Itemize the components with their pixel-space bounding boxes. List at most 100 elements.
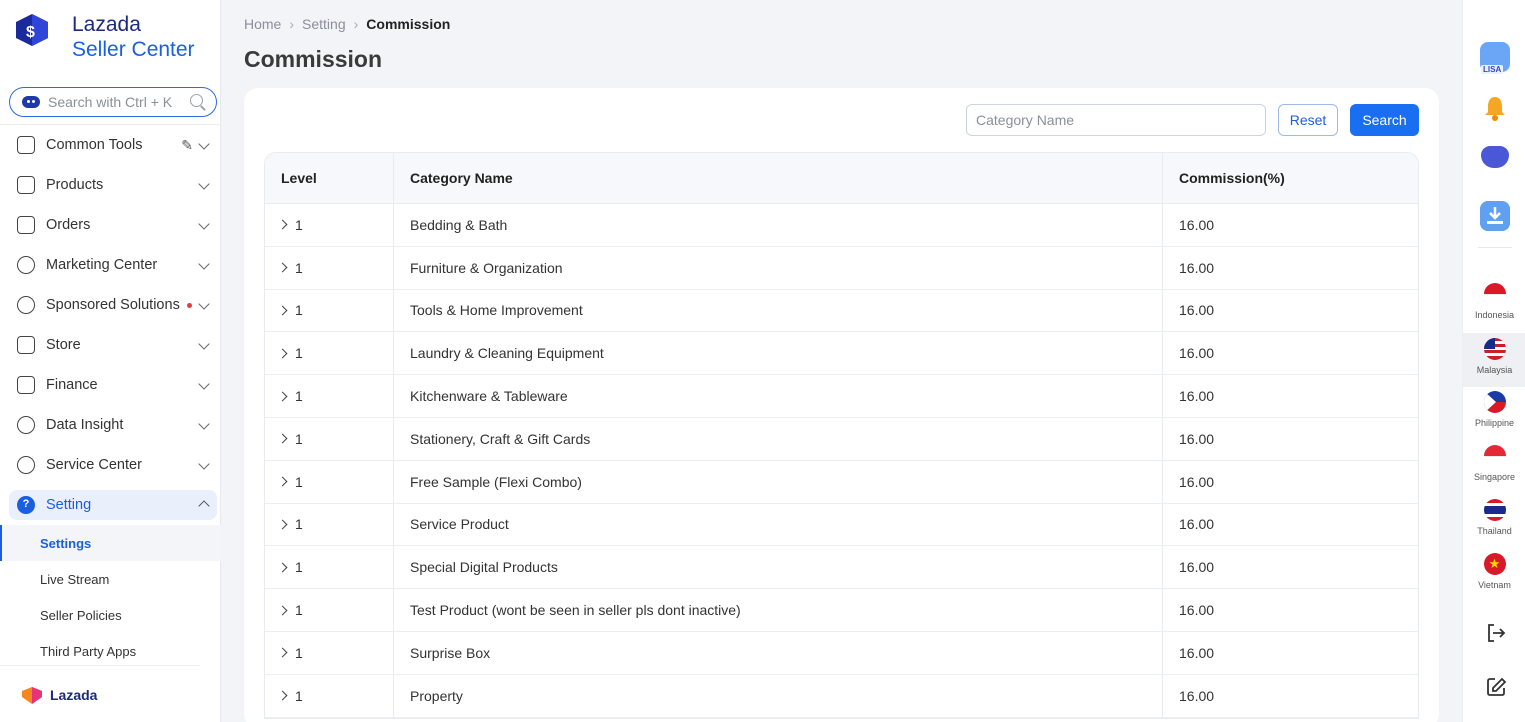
- country-indonesia[interactable]: Indonesia: [1463, 283, 1525, 337]
- bell-icon[interactable]: [1480, 93, 1510, 123]
- country-malaysia[interactable]: Malaysia: [1463, 333, 1525, 387]
- cell-category-name: Kitchenware & Tableware: [394, 375, 1163, 417]
- lisa-assistant-icon[interactable]: LISA: [1480, 42, 1510, 74]
- storefront-icon: [17, 336, 35, 354]
- sidebar-footer: Lazada: [0, 665, 200, 722]
- cell-category-name: Surprise Box: [394, 631, 1163, 674]
- table-row[interactable]: 1 Service Product 16.00: [265, 503, 1418, 547]
- sidebar-item-label: Marketing Center: [46, 257, 158, 273]
- country-vietnam[interactable]: ★ Vietnam: [1463, 553, 1525, 607]
- cell-level: 1: [265, 674, 394, 717]
- sidebar-item-common-tools[interactable]: Common Tools ✎: [0, 125, 221, 165]
- expand-chevron-icon[interactable]: [277, 476, 288, 487]
- notification-dot: [186, 302, 192, 308]
- feedback-edit-icon[interactable]: [1485, 676, 1507, 698]
- sidebar-item-service-center[interactable]: Service Center: [0, 445, 221, 485]
- expand-chevron-icon[interactable]: [277, 348, 288, 359]
- country-philippine[interactable]: Philippine: [1463, 391, 1525, 445]
- cell-category-name: Laundry & Cleaning Equipment: [394, 332, 1163, 375]
- table-row[interactable]: 1 Test Product (wont be seen in seller pl…: [265, 589, 1418, 632]
- level-value: 1: [295, 473, 303, 490]
- table-row[interactable]: 1 Bedding & Bath 16.00: [265, 204, 1418, 247]
- cell-commission: 16.00: [1179, 345, 1215, 362]
- seller-center-logo[interactable]: $ Lazada Seller Center: [12, 12, 195, 62]
- commission-card: Reset Search Level Category Name Commiss…: [244, 88, 1439, 722]
- level-value: 1: [295, 516, 303, 533]
- table-row[interactable]: 1 Tools & Home Improvement 16.00: [265, 289, 1418, 333]
- country-label: Singapore: [1473, 472, 1516, 482]
- sidebar-item-data-insight[interactable]: Data Insight: [0, 405, 221, 445]
- cell-level: 1: [265, 460, 394, 503]
- sidebar: $ Lazada Seller Center Search with Ctrl …: [0, 0, 221, 722]
- expand-chevron-icon[interactable]: [277, 690, 288, 701]
- expand-chevron-icon[interactable]: [277, 519, 288, 530]
- cell-category-name: Free Sample (Flexi Combo): [394, 460, 1163, 503]
- sidebar-item-label: Service Center: [46, 457, 142, 473]
- level-value: 1: [295, 644, 303, 661]
- country-thailand[interactable]: Thailand: [1463, 499, 1525, 553]
- search-button[interactable]: Search: [1350, 104, 1419, 136]
- cell-commission: 16.00: [1179, 216, 1215, 233]
- expand-chevron-icon[interactable]: [277, 605, 288, 616]
- table-row[interactable]: 1 Special Digital Products 16.00: [265, 546, 1418, 590]
- sidebar-subitem-third-party-apps[interactable]: Third Party Apps: [0, 633, 221, 669]
- breadcrumb-home[interactable]: Home: [244, 16, 281, 32]
- expand-chevron-icon[interactable]: [277, 391, 288, 402]
- sidebar-item-label: Data Insight: [46, 417, 124, 433]
- table-row[interactable]: 1 Surprise Box 16.00: [265, 631, 1418, 675]
- cell-commission: 16.00: [1179, 388, 1215, 405]
- commission-table: Level Category Name Commission(%) 1 Beddi…: [264, 152, 1419, 719]
- sidebar-item-sponsored-solutions[interactable]: Sponsored Solutions: [0, 285, 221, 325]
- sidebar-item-store[interactable]: Store: [0, 325, 221, 365]
- sidebar-subitem-seller-policies[interactable]: Seller Policies: [0, 597, 221, 633]
- expand-chevron-icon[interactable]: [277, 433, 288, 444]
- table-row[interactable]: 1 Laundry & Cleaning Equipment 16.00: [265, 332, 1418, 376]
- table-row[interactable]: 1 Stationery, Craft & Gift Cards 16.00: [265, 417, 1418, 461]
- cell-commission: 16.00: [1179, 473, 1215, 490]
- reset-button[interactable]: Reset: [1278, 104, 1338, 136]
- expand-chevron-icon[interactable]: [277, 305, 288, 316]
- sidebar-item-label: Products: [46, 177, 104, 193]
- sidebar-search[interactable]: Search with Ctrl + K: [9, 87, 217, 117]
- sidebar-item-orders[interactable]: Orders: [0, 205, 221, 245]
- edit-pen-icon[interactable]: ✎: [181, 137, 193, 154]
- expand-chevron-icon[interactable]: [277, 262, 288, 273]
- sidebar-item-products[interactable]: Products: [0, 165, 221, 205]
- indonesia-flag-icon: [1483, 283, 1506, 305]
- robot-icon[interactable]: [1481, 146, 1509, 168]
- cell-level: 1: [265, 375, 394, 417]
- cell-level: 1: [265, 631, 394, 674]
- expand-chevron-icon[interactable]: [277, 562, 288, 573]
- sidebar-subitem-settings[interactable]: Settings: [0, 525, 221, 561]
- lazada-footer-logo[interactable]: Lazada: [20, 685, 97, 705]
- philippines-flag-icon: [1483, 391, 1506, 413]
- table-row[interactable]: 1 Kitchenware & Tableware 16.00: [265, 375, 1418, 418]
- brand-subtitle: Seller Center: [72, 38, 195, 61]
- chevron-down-icon: [198, 378, 210, 390]
- download-icon[interactable]: [1480, 201, 1510, 231]
- assistant-bot-icon: [22, 96, 40, 108]
- sidebar-nav: Common Tools ✎ Products Orders Marketing…: [0, 125, 221, 669]
- question-icon: ?: [17, 496, 35, 514]
- table-header: Level Category Name Commission(%): [265, 153, 1418, 204]
- search-icon[interactable]: [190, 94, 206, 110]
- table-row[interactable]: 1 Free Sample (Flexi Combo) 16.00: [265, 460, 1418, 504]
- sidebar-item-finance[interactable]: Finance: [0, 365, 221, 405]
- sidebar-item-marketing-center[interactable]: Marketing Center: [0, 245, 221, 285]
- table-row[interactable]: 1 Property 16.00: [265, 674, 1418, 718]
- country-label: Thailand: [1477, 526, 1512, 536]
- sidebar-item-setting[interactable]: ? Setting: [9, 490, 217, 520]
- country-singapore[interactable]: Singapore: [1463, 445, 1525, 499]
- table-row[interactable]: 1 Furniture & Organization 16.00: [265, 246, 1418, 290]
- expand-chevron-icon[interactable]: [277, 219, 288, 230]
- sidebar-subitem-live-stream[interactable]: Live Stream: [0, 561, 221, 597]
- logout-icon[interactable]: [1485, 622, 1507, 644]
- cell-category-name: Test Product (wont be seen in seller pls…: [394, 589, 1163, 631]
- category-name-input[interactable]: [966, 104, 1266, 136]
- table-body: 1 Bedding & Bath 16.00 1 Furniture & Organiz…: [265, 204, 1418, 718]
- headset-icon: [17, 456, 35, 474]
- breadcrumb-setting[interactable]: Setting: [302, 16, 346, 32]
- sidebar-item-label: Orders: [46, 217, 91, 233]
- expand-chevron-icon[interactable]: [277, 647, 288, 658]
- cell-level: 1: [265, 503, 394, 546]
